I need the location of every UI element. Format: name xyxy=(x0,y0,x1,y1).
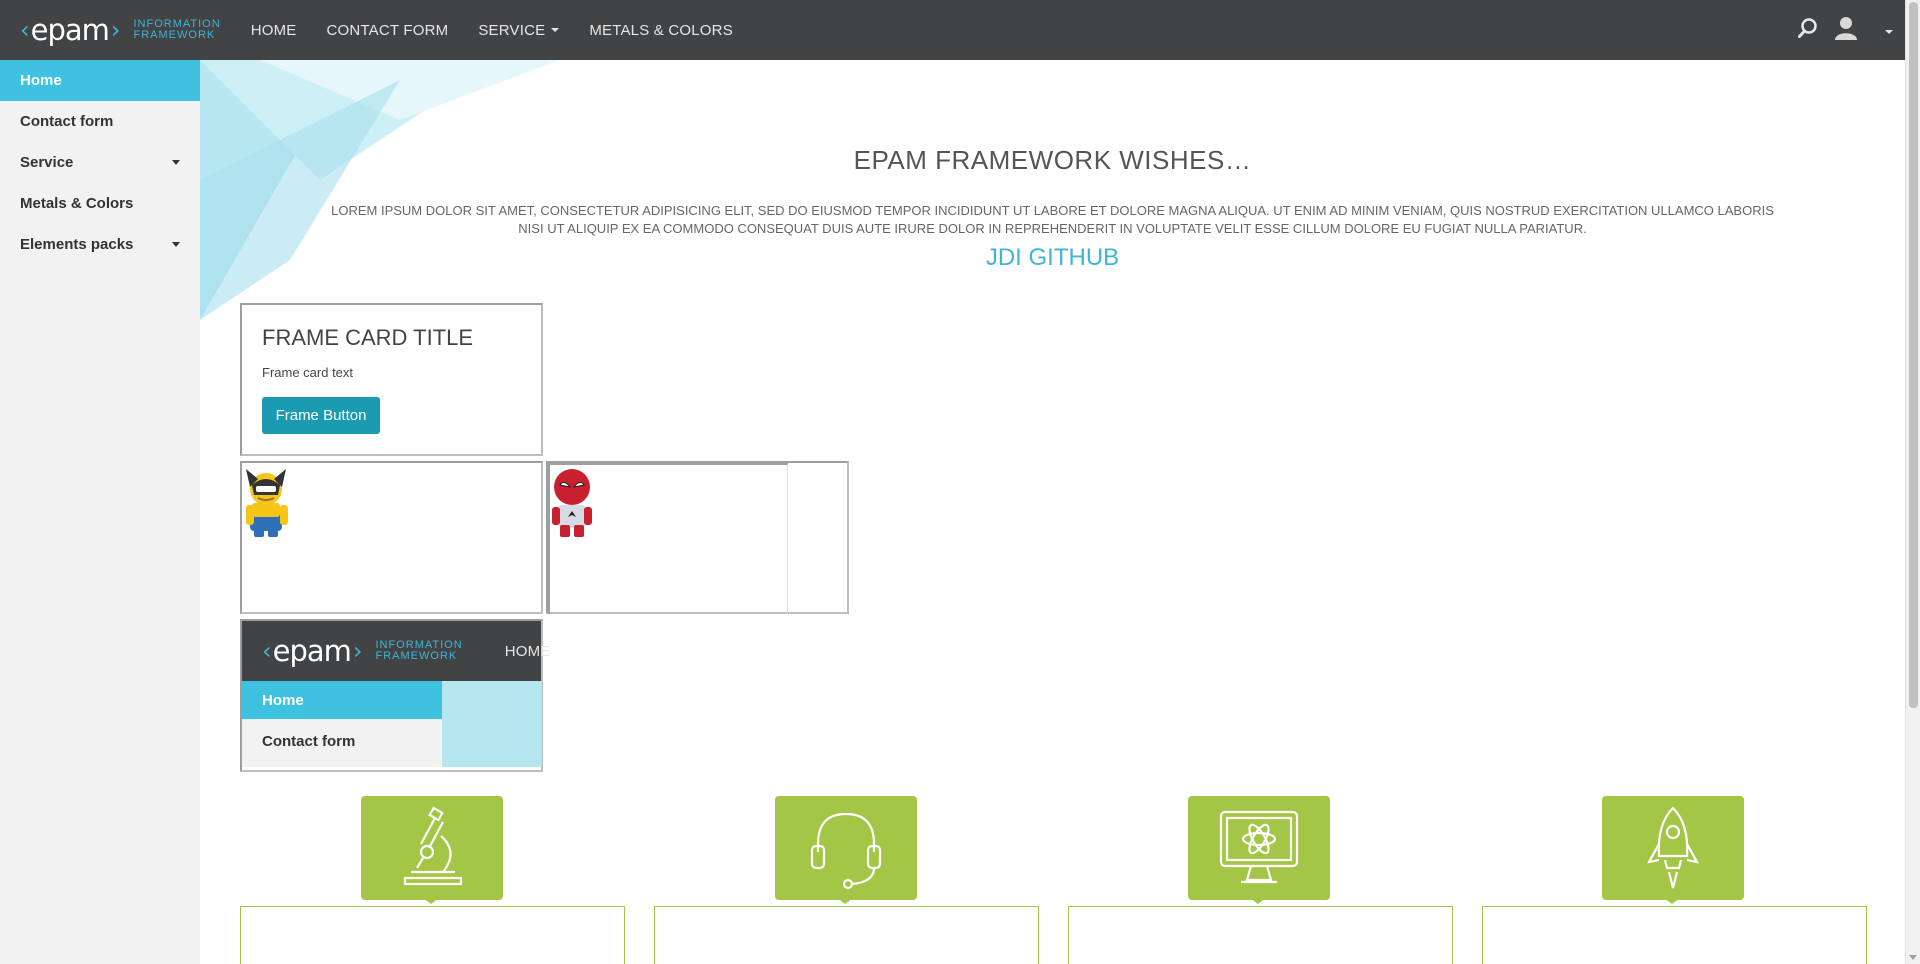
mini-site-frame: ‹ epam › INFORMATION FRAMEWORK HOME Home… xyxy=(240,619,550,772)
main-nav: HOME CONTACT FORM SERVICE METALS & COLOR… xyxy=(251,0,763,60)
benefit-notch-2 xyxy=(837,898,853,904)
logo-bracket-right-icon: › xyxy=(352,637,363,665)
benefit-box-4 xyxy=(1482,906,1867,964)
nav-metals-colors[interactable]: METALS & COLORS xyxy=(589,22,733,39)
logo-mark: ‹ epam › xyxy=(18,13,122,47)
page-headline: EPAM FRAMEWORK WISHES… xyxy=(853,145,1252,175)
sidebar: Home Contact form Service Metals & Color… xyxy=(0,60,200,964)
sidebar-item-contact-form[interactable]: Contact form xyxy=(0,101,200,142)
sidebar-item-metals-colors[interactable]: Metals & Colors xyxy=(0,183,200,224)
benefit-box-1 xyxy=(240,906,625,964)
nav-contact-form[interactable]: CONTACT FORM xyxy=(327,22,449,39)
rocket-icon xyxy=(1602,796,1744,900)
sidebar-item-home[interactable]: Home xyxy=(0,60,200,101)
frame-card: FRAME CARD TITLE Frame card text Frame B… xyxy=(240,303,543,456)
mini-navbar: ‹ epam › INFORMATION FRAMEWORK HOME xyxy=(242,621,550,681)
wolverine-frame xyxy=(240,461,543,614)
mini-nav-home[interactable]: HOME xyxy=(505,643,551,660)
logo-subtitle: INFORMATION FRAMEWORK xyxy=(133,18,221,41)
benefit-notch-1 xyxy=(423,898,439,904)
github-link[interactable]: JDI GITHUB xyxy=(200,244,1905,272)
mini-sidebar: Home Contact form xyxy=(242,681,442,767)
card-title: FRAME CARD TITLE xyxy=(262,325,474,350)
mini-sidebar-item-contact-form[interactable]: Contact form xyxy=(242,719,442,763)
mini-epam-logo[interactable]: ‹ epam › INFORMATION FRAMEWORK xyxy=(260,621,463,681)
user-icon[interactable] xyxy=(1833,15,1859,46)
nav-service[interactable]: SERVICE xyxy=(478,22,560,39)
headset-icon xyxy=(775,796,917,900)
benefit-notch-3 xyxy=(1250,898,1266,904)
vertical-scrollbar[interactable] xyxy=(1905,0,1920,964)
mini-content-area xyxy=(442,681,542,767)
frame-button[interactable]: Frame Button xyxy=(262,397,380,434)
scrollbar-thumb[interactable] xyxy=(1909,2,1918,708)
monitor-atom-icon xyxy=(1188,796,1330,900)
card-text: Frame card text xyxy=(262,365,354,380)
logo-text: epam xyxy=(30,13,110,47)
benefit-box-3 xyxy=(1068,906,1453,964)
chevron-down-icon xyxy=(172,242,180,247)
logo-bracket-left-icon: ‹ xyxy=(262,637,272,665)
nav-home[interactable]: HOME xyxy=(251,22,297,39)
navbar-right xyxy=(1783,0,1893,60)
logo-bracket-left-icon: ‹ xyxy=(20,16,30,44)
scroll-down-arrow-icon[interactable] xyxy=(1909,955,1917,960)
spiderman-image xyxy=(552,469,592,537)
mini-sidebar-item-home[interactable]: Home xyxy=(242,681,442,719)
sidebar-item-service[interactable]: Service xyxy=(0,142,200,183)
caret-down-icon[interactable] xyxy=(1885,21,1893,39)
logo-bracket-right-icon: › xyxy=(110,16,121,44)
sidebar-item-elements-packs[interactable]: Elements packs xyxy=(0,224,200,265)
top-navbar: ‹ epam › INFORMATION FRAMEWORK HOME CONT… xyxy=(0,0,1905,60)
chevron-down-icon xyxy=(172,160,180,165)
search-icon[interactable] xyxy=(1797,17,1819,44)
chevron-down-icon xyxy=(551,28,560,32)
microscope-icon xyxy=(361,796,503,900)
spiderman-frame xyxy=(546,461,849,614)
intro-text: LOREM IPSUM DOLOR SIT AMET, CONSECTETUR … xyxy=(331,203,1774,236)
benefit-notch-4 xyxy=(1664,898,1680,904)
epam-logo[interactable]: ‹ epam › INFORMATION FRAMEWORK xyxy=(18,0,221,60)
benefit-box-2 xyxy=(654,906,1039,964)
wolverine-image xyxy=(246,469,288,537)
